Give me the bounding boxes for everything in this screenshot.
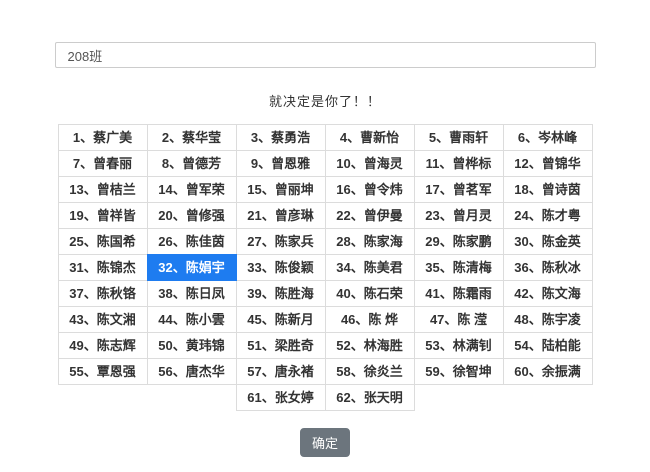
student-cell[interactable]: 41、陈霜雨 — [414, 280, 504, 307]
student-cell[interactable]: 17、曾茗军 — [414, 176, 504, 203]
student-cell[interactable]: 12、曾锦华 — [503, 150, 593, 177]
student-cell[interactable]: 26、陈佳茵 — [147, 228, 237, 255]
student-cell[interactable]: 13、曾桔兰 — [58, 176, 148, 203]
page-title: 就决定是你了！！ — [55, 91, 596, 110]
student-cell[interactable]: 21、曾彦琳 — [236, 202, 326, 229]
student-cell[interactable]: 24、陈才粤 — [503, 202, 593, 229]
student-cell[interactable]: 46、陈 烨 — [325, 306, 415, 333]
student-cell[interactable]: 53、林满钊 — [414, 332, 504, 359]
student-cell[interactable]: 47、陈 滢 — [414, 306, 504, 333]
student-cell-selected[interactable]: 32、陈娟宇 — [147, 254, 237, 281]
student-cell[interactable]: 36、陈秋冰 — [503, 254, 593, 281]
student-cell[interactable]: 4、曹新怡 — [325, 124, 415, 151]
student-cell[interactable]: 16、曾令炜 — [325, 176, 415, 203]
student-cell[interactable]: 25、陈国希 — [58, 228, 148, 255]
student-cell[interactable]: 51、梁胜奇 — [236, 332, 326, 359]
student-cell[interactable]: 43、陈文湘 — [58, 306, 148, 333]
button-row: 确定 — [55, 428, 596, 457]
student-cell[interactable]: 10、曾海灵 — [325, 150, 415, 177]
student-cell[interactable]: 28、陈家海 — [325, 228, 415, 255]
student-cell[interactable]: 27、陈家兵 — [236, 228, 326, 255]
student-cell[interactable]: 40、陈石荣 — [325, 280, 415, 307]
student-cell[interactable]: 9、曾恩雅 — [236, 150, 326, 177]
student-cell[interactable]: 22、曾伊曼 — [325, 202, 415, 229]
student-cell[interactable]: 60、余振满 — [503, 358, 593, 385]
confirm-button[interactable]: 确定 — [300, 428, 350, 457]
student-cell[interactable]: 38、陈日凤 — [147, 280, 237, 307]
student-cell[interactable]: 62、张天明 — [325, 384, 415, 411]
student-cell[interactable]: 23、曾月灵 — [414, 202, 504, 229]
student-cell[interactable]: 61、张女婷 — [236, 384, 326, 411]
name-grid: 1、蔡广美2、蔡华莹3、蔡勇浩4、曹新怡5、曹雨轩6、岑林峰 7、曾春丽8、曾德芳… — [55, 124, 596, 411]
student-cell[interactable]: 45、陈新月 — [236, 306, 326, 333]
student-cell[interactable]: 37、陈秋铬 — [58, 280, 148, 307]
student-cell[interactable]: 33、陈俊颖 — [236, 254, 326, 281]
student-cell[interactable]: 14、曾军荣 — [147, 176, 237, 203]
student-cell[interactable]: 30、陈金英 — [503, 228, 593, 255]
student-cell[interactable]: 52、林海胜 — [325, 332, 415, 359]
student-cell[interactable]: 3、蔡勇浩 — [236, 124, 326, 151]
student-cell[interactable]: 49、陈志辉 — [58, 332, 148, 359]
student-cell[interactable]: 50、黄玮锦 — [147, 332, 237, 359]
student-cell[interactable]: 29、陈家鹏 — [414, 228, 504, 255]
class-input[interactable] — [55, 42, 596, 68]
student-cell[interactable]: 31、陈锦杰 — [58, 254, 148, 281]
student-cell[interactable]: 35、陈清梅 — [414, 254, 504, 281]
student-cell[interactable]: 2、蔡华莹 — [147, 124, 237, 151]
student-cell[interactable]: 11、曾桦标 — [414, 150, 504, 177]
student-cell[interactable]: 6、岑林峰 — [503, 124, 593, 151]
student-cell[interactable]: 56、唐杰华 — [147, 358, 237, 385]
student-cell[interactable]: 58、徐炎兰 — [325, 358, 415, 385]
student-cell[interactable]: 54、陆柏能 — [503, 332, 593, 359]
student-cell[interactable]: 5、曹雨轩 — [414, 124, 504, 151]
student-cell[interactable]: 39、陈胜海 — [236, 280, 326, 307]
student-cell[interactable]: 44、陈小雲 — [147, 306, 237, 333]
student-cell[interactable]: 19、曾祥皆 — [58, 202, 148, 229]
student-cell[interactable]: 20、曾修强 — [147, 202, 237, 229]
student-cell[interactable]: 8、曾德芳 — [147, 150, 237, 177]
main-container: 就决定是你了！！ 1、蔡广美2、蔡华莹3、蔡勇浩4、曹新怡5、曹雨轩6、岑林峰 7… — [55, 0, 596, 457]
student-cell[interactable]: 7、曾春丽 — [58, 150, 148, 177]
student-cell[interactable]: 57、唐永褚 — [236, 358, 326, 385]
student-cell[interactable]: 42、陈文海 — [503, 280, 593, 307]
student-cell[interactable]: 34、陈美君 — [325, 254, 415, 281]
student-cell[interactable]: 59、徐智坤 — [414, 358, 504, 385]
student-cell[interactable]: 1、蔡广美 — [58, 124, 148, 151]
student-cell[interactable]: 18、曾诗茵 — [503, 176, 593, 203]
student-cell[interactable]: 55、覃恩强 — [58, 358, 148, 385]
student-cell[interactable]: 48、陈宇凌 — [503, 306, 593, 333]
student-cell[interactable]: 15、曾丽坤 — [236, 176, 326, 203]
